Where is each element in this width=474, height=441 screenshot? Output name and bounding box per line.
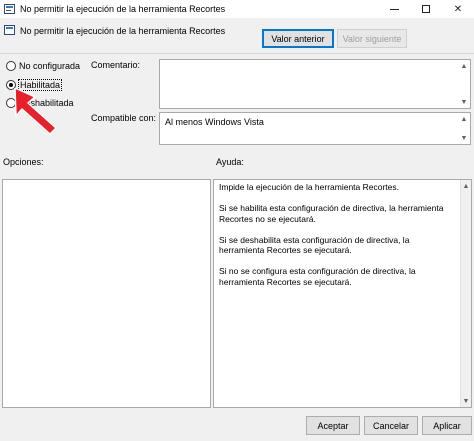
next-setting-button[interactable]: Valor siguiente: [337, 29, 407, 48]
comment-field[interactable]: ▲ ▼: [159, 59, 471, 109]
cancel-button[interactable]: Cancelar: [364, 416, 418, 435]
radio-not-configured-circle[interactable]: [6, 61, 16, 71]
header-divider: [0, 53, 474, 54]
ok-button[interactable]: Aceptar: [306, 416, 360, 435]
compatible-field: Al menos Windows Vista ▲ ▼: [159, 112, 471, 145]
help-scrollbar[interactable]: ▲ ▼: [460, 180, 471, 407]
help-paragraph: Si se deshabilita esta configuración de …: [219, 234, 410, 256]
help-text: Impide la ejecución de la herramienta Re…: [219, 182, 454, 298]
maximize-button[interactable]: [410, 0, 442, 18]
comment-label: Comentario:: [91, 60, 141, 70]
help-paragraph: Si no se configura esta configuración de…: [219, 266, 416, 287]
policy-app-icon: [4, 4, 15, 14]
radio-not-configured-label: No configurada: [19, 61, 81, 71]
radio-not-configured[interactable]: No configurada: [6, 61, 80, 71]
policy-title: No permitir la ejecución de la herramien…: [20, 26, 226, 36]
help-scroll-up-icon[interactable]: ▲: [462, 182, 470, 190]
help-paragraph: Si se habilita esta configuración de dir…: [219, 203, 444, 224]
close-icon: ✕: [453, 3, 463, 15]
comment-scroll-up-icon[interactable]: ▲: [460, 62, 468, 70]
compat-scroll-up-icon[interactable]: ▲: [460, 115, 468, 123]
maximize-icon: [422, 5, 430, 13]
annotation-arrow-shape: [14, 88, 57, 135]
previous-setting-button[interactable]: Valor anterior: [262, 29, 334, 48]
title-bar: No permitir la ejecución de la herramien…: [0, 0, 474, 18]
minimize-button[interactable]: [378, 0, 410, 18]
close-button[interactable]: ✕: [442, 0, 474, 18]
policy-icon: [4, 25, 15, 35]
help-pane[interactable]: Impide la ejecución de la herramienta Re…: [213, 179, 472, 408]
compatible-label: Compatible con:: [91, 113, 157, 123]
options-label: Opciones:: [3, 157, 44, 167]
compat-scroll-down-icon[interactable]: ▼: [460, 134, 468, 142]
minimize-icon: [389, 8, 399, 10]
help-paragraph: Impide la ejecución de la herramienta Re…: [219, 182, 400, 192]
window-title: No permitir la ejecución de la herramien…: [20, 4, 226, 14]
help-label: Ayuda:: [216, 157, 244, 167]
annotation-arrow-icon: [14, 88, 57, 135]
help-scroll-down-icon[interactable]: ▼: [462, 397, 470, 405]
comment-scroll-down-icon[interactable]: ▼: [460, 98, 468, 106]
options-pane: [2, 179, 211, 408]
compatible-value: Al menos Windows Vista: [165, 117, 264, 127]
apply-button[interactable]: Aplicar: [422, 416, 472, 435]
